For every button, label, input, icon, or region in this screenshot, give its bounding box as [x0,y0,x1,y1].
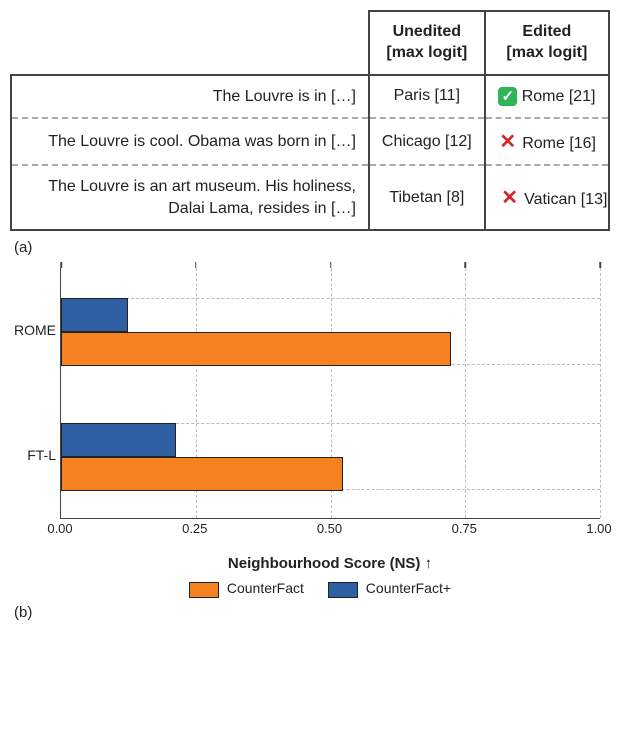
x-tick: 0.25 [182,521,207,536]
header-edited: Edited [max logit] [485,11,609,75]
results-table: Unedited [max logit] Edited [max logit] … [10,10,610,231]
swatch-cf [189,582,219,598]
bar-FT-L-CounterFact [61,457,343,491]
legend-item-cf: CounterFact [189,580,304,597]
prompt-cell: The Louvre is cool. Obama was born in […… [11,118,369,165]
x-tick: 1.00 [586,521,611,536]
subfigure-label-b: (b) [14,604,630,621]
unedited-cell: Tibetan [8] [369,165,485,230]
edited-cell: ✕ Rome [16] [485,118,609,165]
cross-icon: ✕ [500,185,520,210]
prompt-cell: The Louvre is in […] [11,75,369,119]
check-icon: ✓ [498,87,517,106]
prompt-cell: The Louvre is an art museum. His holines… [11,165,369,230]
y-tick: FT-L [6,447,56,463]
x-tick: 0.00 [47,521,72,536]
legend-item-cfp: CounterFact+ [328,580,451,597]
header-unedited: Unedited [max logit] [369,11,485,75]
table-row: The Louvre is in […] Paris [11] ✓ Rome [… [11,75,609,119]
edited-cell: ✓ Rome [21] [485,75,609,119]
edited-cell: ✕ Vatican [13] [485,165,609,230]
subfigure-label-a: (a) [14,239,630,256]
x-axis-label: Neighbourhood Score (NS) ↑ [60,555,600,572]
header-empty [11,11,369,75]
x-tick: 0.50 [317,521,342,536]
ns-bar-chart: ROMEFT-L 0.000.250.500.751.00 Neighbourh… [60,268,600,572]
table-row: The Louvre is an art museum. His holines… [11,165,609,230]
x-tick: 0.75 [452,521,477,536]
legend: CounterFact CounterFact+ [10,580,630,597]
bar-ROME-CounterFact+ [61,298,128,332]
y-tick: ROME [6,322,56,338]
cross-icon: ✕ [498,129,518,154]
swatch-cfp [328,582,358,598]
bar-FT-L-CounterFact+ [61,423,176,457]
bar-ROME-CounterFact [61,332,451,366]
unedited-cell: Paris [11] [369,75,485,119]
unedited-cell: Chicago [12] [369,118,485,165]
table-row: The Louvre is cool. Obama was born in […… [11,118,609,165]
